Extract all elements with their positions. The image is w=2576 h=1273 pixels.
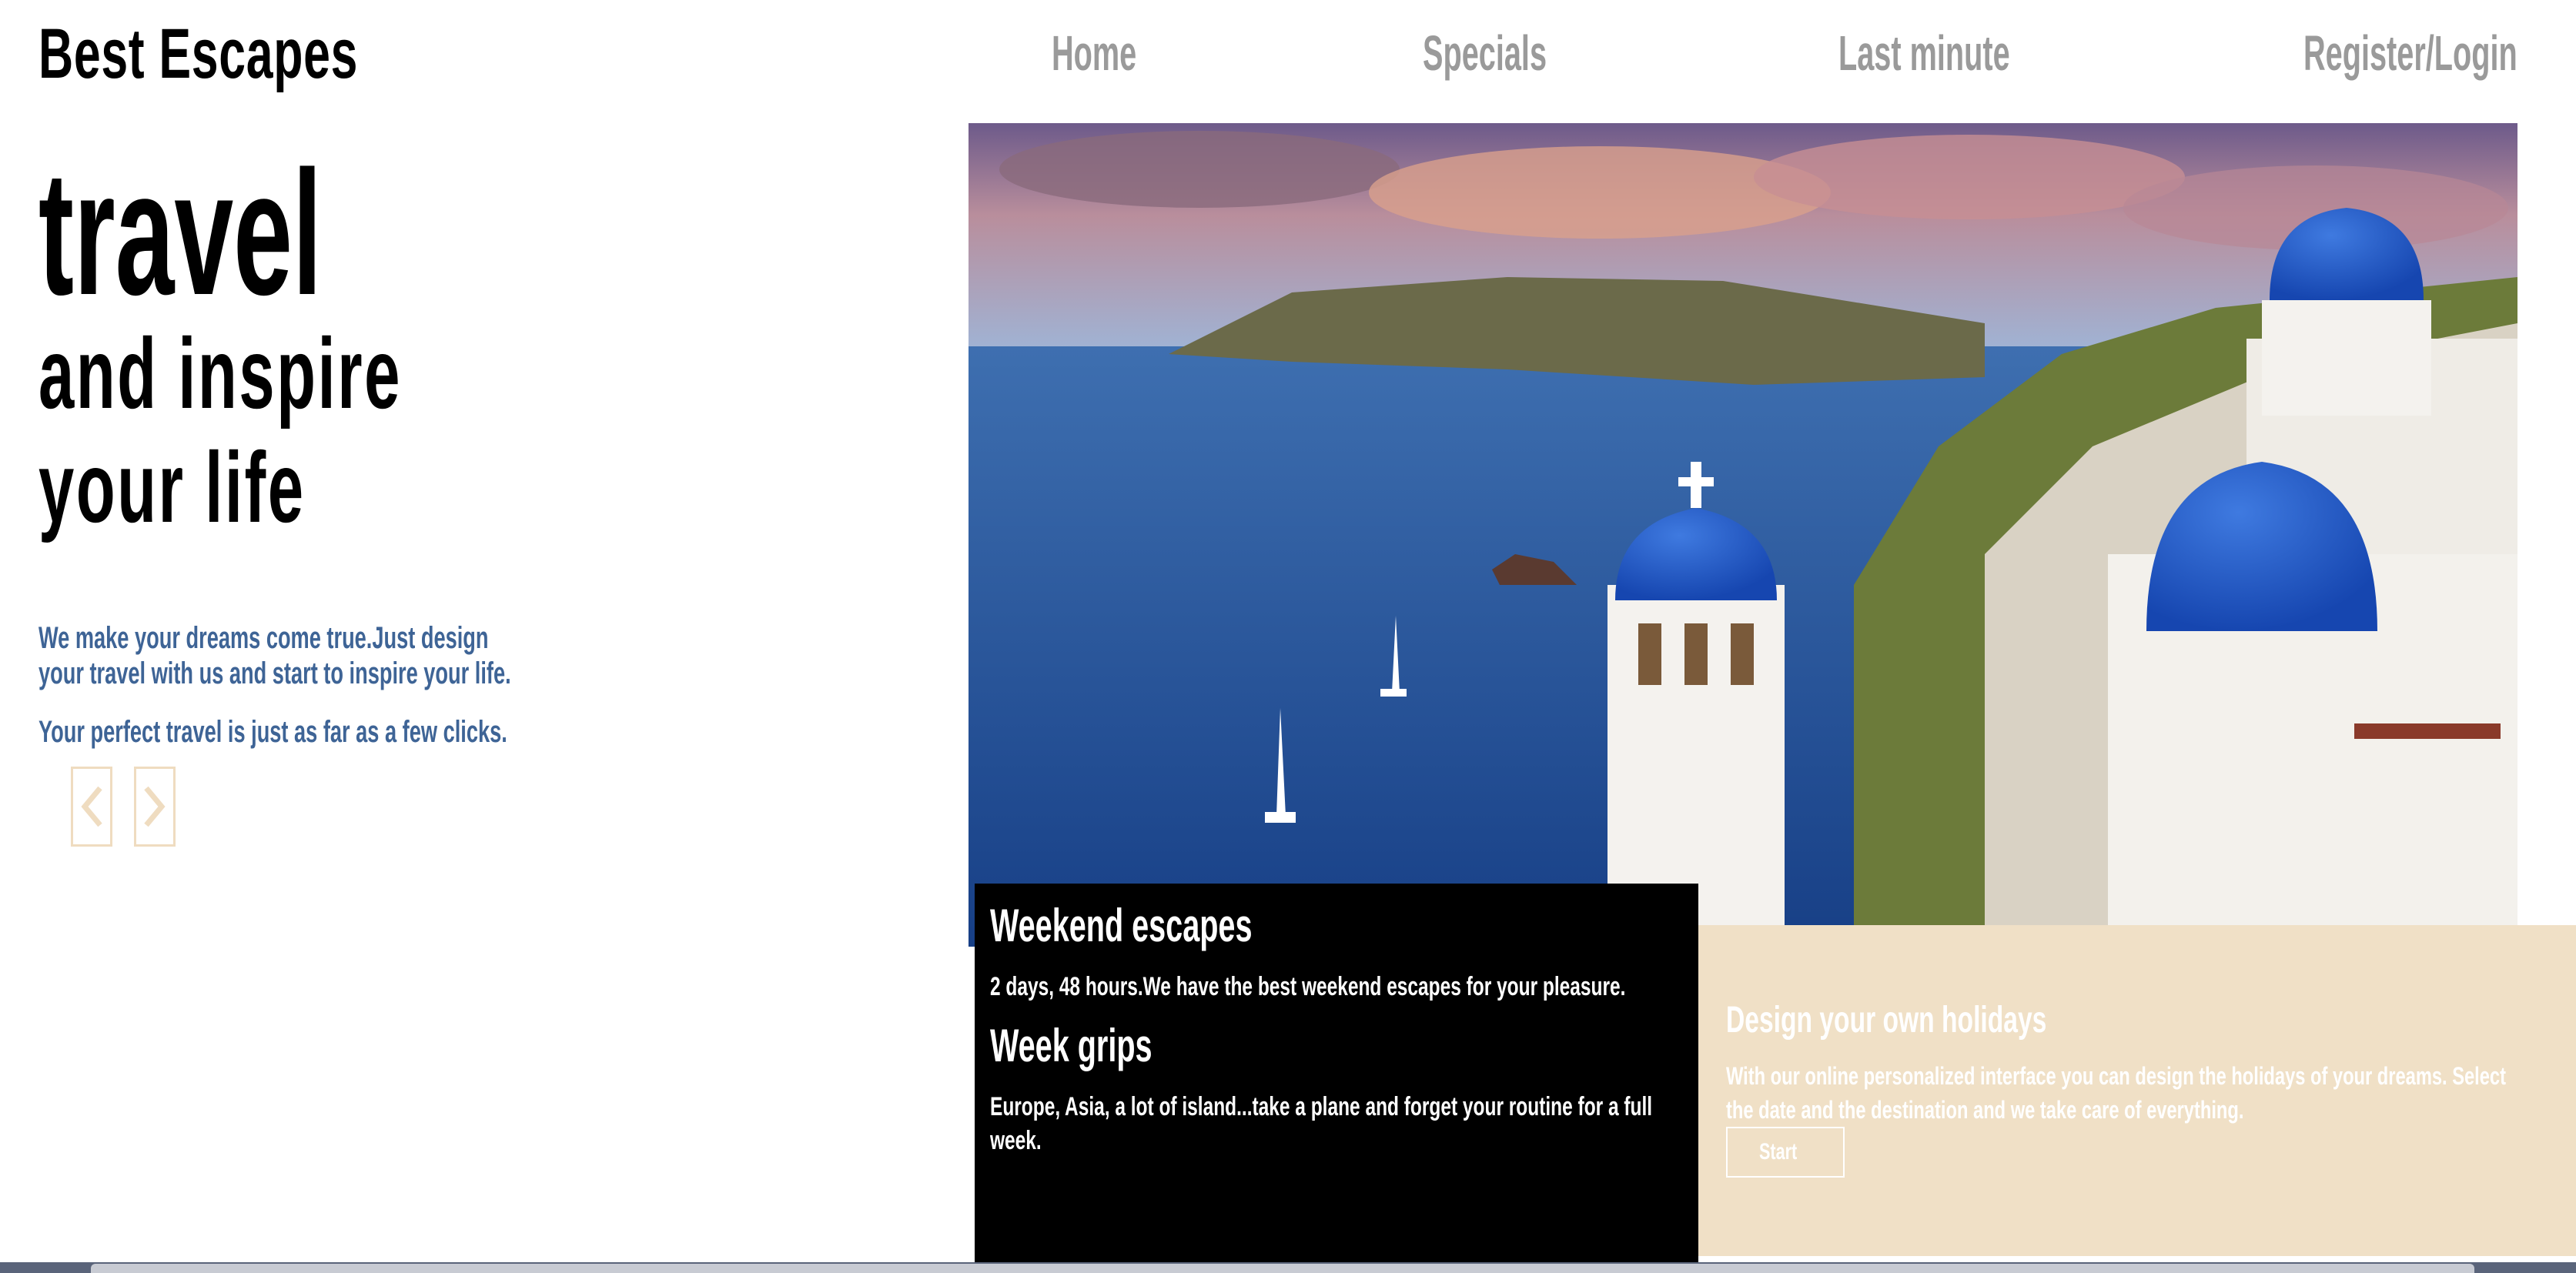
start-button-label: Start <box>1758 1139 1798 1164</box>
start-button[interactable]: Start <box>1726 1127 1845 1178</box>
nav-home[interactable]: Home <box>1052 25 1136 82</box>
intro-text-line2: your travel with us and start to inspire… <box>38 657 511 690</box>
hero-title-travel: travel <box>38 134 323 332</box>
brand-logo[interactable]: Best Escapes <box>38 14 358 95</box>
card-text-week-line1: Europe, Asia, a lot of island...take a p… <box>990 1092 1653 1121</box>
card-text-weekend: 2 days, 48 hours.We have the best weeken… <box>990 972 1626 1001</box>
design-holidays-title: Design your own holidays <box>1726 1000 2047 1041</box>
card-title-week-grips: Week grips <box>990 1020 1153 1071</box>
nav-specials[interactable]: Specials <box>1423 25 1547 82</box>
intro-text-line3: Your perfect travel is just as far as a … <box>38 715 507 749</box>
hero-image <box>969 123 2517 947</box>
design-holidays-text-line1: With our online personalized interface y… <box>1726 1062 2506 1090</box>
design-holidays-text-line2: the date and the destination and we take… <box>1726 1096 2244 1124</box>
card-text-week-line2: week. <box>990 1126 1042 1155</box>
chevron-right-icon <box>144 786 166 827</box>
carousel-next-button[interactable] <box>134 767 176 847</box>
intro-text-line1: We make your dreams come true.Just desig… <box>38 621 489 655</box>
carousel-prev-button[interactable] <box>71 767 112 847</box>
design-holidays-card: Design your own holidays With our online… <box>1698 925 2576 1256</box>
card-title-weekend-escapes: Weekend escapes <box>990 900 1253 951</box>
chevron-left-icon <box>81 786 102 827</box>
bottom-scrollbar[interactable] <box>91 1264 2474 1273</box>
hero-title-inspire: and inspire <box>38 317 402 429</box>
nav-last-minute[interactable]: Last minute <box>1838 25 2010 82</box>
nav-register-login[interactable]: Register/Login <box>2303 25 2517 82</box>
hero-title-life: your life <box>38 431 306 543</box>
weekend-escapes-card: Weekend escapes 2 days, 48 hours.We have… <box>975 884 1698 1273</box>
